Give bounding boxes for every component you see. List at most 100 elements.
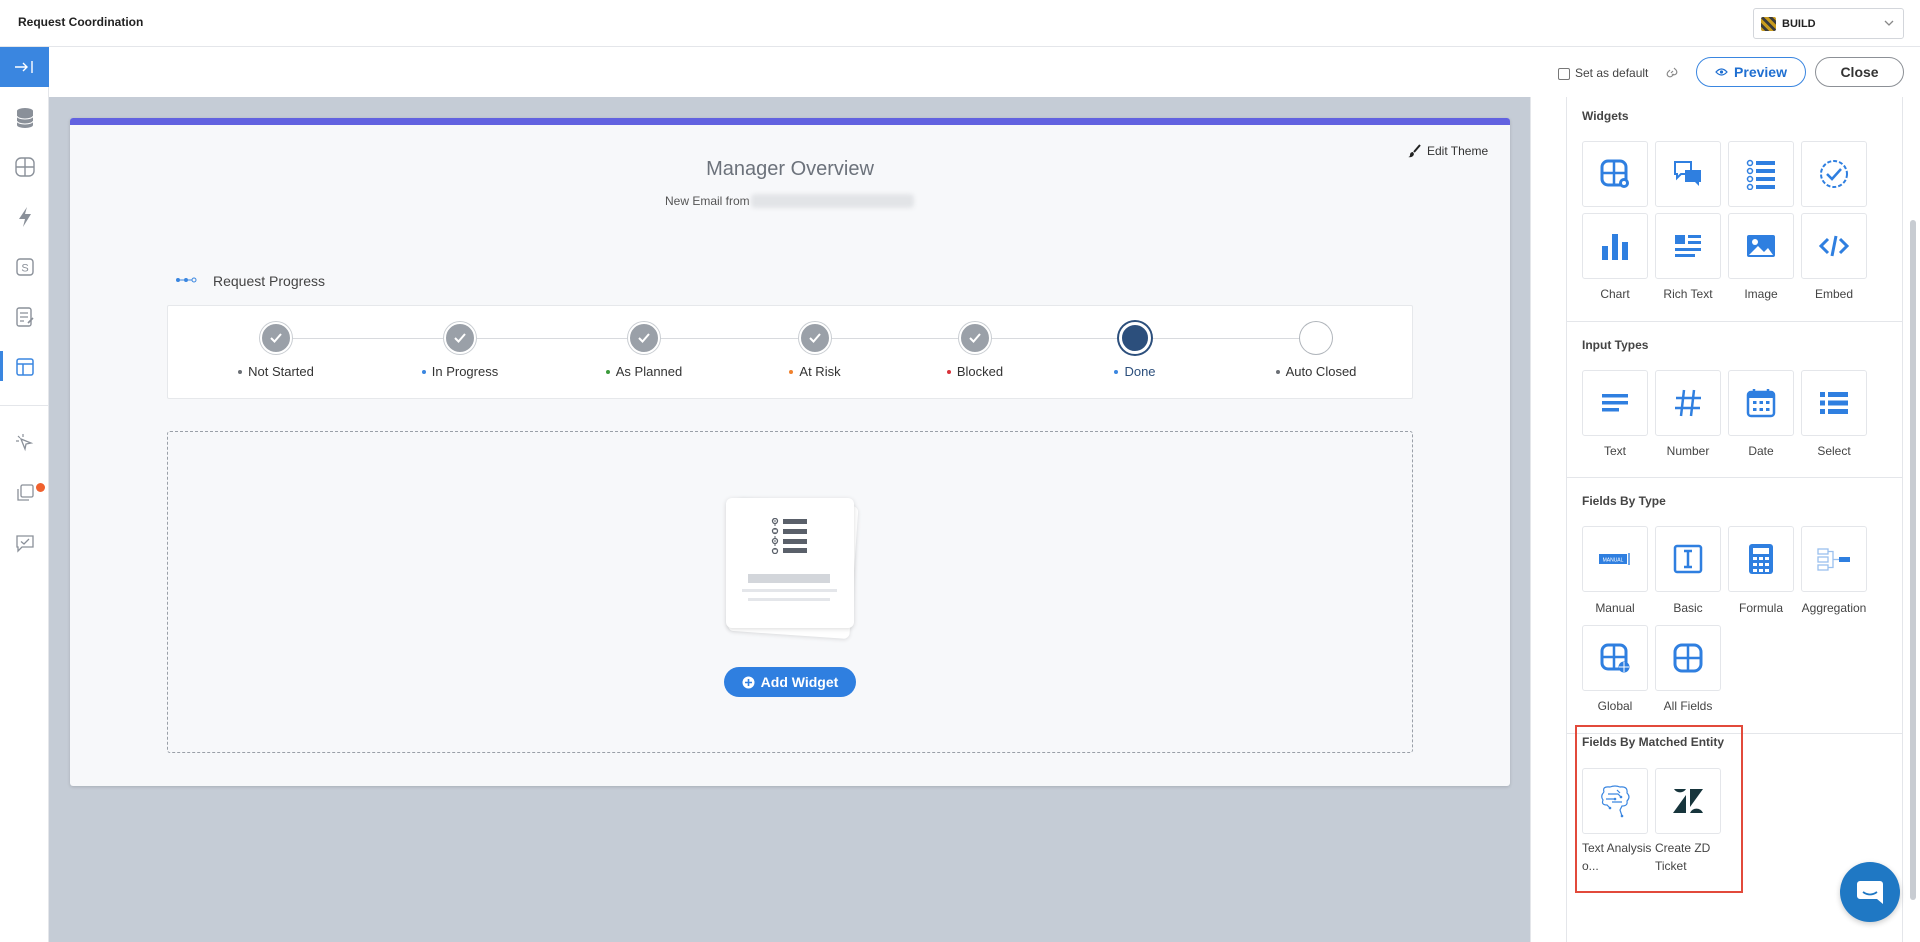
tile-input-select[interactable] xyxy=(1801,370,1867,436)
rail-copies-item[interactable] xyxy=(12,480,37,505)
tile-activity-list[interactable] xyxy=(1728,141,1794,207)
add-widget-button[interactable]: Add Widget xyxy=(724,667,856,697)
tile-field-manual[interactable]: MANUAL xyxy=(1582,526,1648,592)
tile-label-select: Select xyxy=(1817,444,1851,458)
tile-embedded-form[interactable] xyxy=(1582,141,1648,207)
illustration-bar xyxy=(748,574,830,583)
chat-bubbles-icon xyxy=(1674,161,1701,186)
step-in-progress[interactable]: In Progress xyxy=(380,322,540,386)
expand-icon xyxy=(14,61,33,73)
set-default-checkbox[interactable] xyxy=(1558,68,1570,80)
bar-chart-icon xyxy=(1602,234,1628,260)
status-dot xyxy=(238,369,243,374)
tile-label-embed: Embed xyxy=(1814,287,1854,301)
rail-layout-item[interactable] xyxy=(12,154,37,179)
panel-scrollbar[interactable] xyxy=(1910,220,1916,900)
step-label: In Progress xyxy=(380,364,540,379)
bullet-list-icon xyxy=(1820,392,1848,414)
step-auto-closed[interactable]: Auto Closed xyxy=(1236,322,1396,386)
rail-tasks-item[interactable] xyxy=(12,530,37,555)
tile-label-aggregation: Aggregation xyxy=(1801,601,1867,615)
panel-gutter xyxy=(1530,97,1546,942)
section-title-input-types: Input Types xyxy=(1582,338,1649,352)
tile-field-global[interactable] xyxy=(1582,625,1648,691)
step-label: At Risk xyxy=(735,364,895,379)
text-lines-icon xyxy=(1602,394,1628,412)
tile-input-date[interactable] xyxy=(1728,370,1794,436)
chat-check-icon xyxy=(15,534,34,553)
status-progress-bar: Not Started In Progress As Planned At Ri… xyxy=(167,305,1413,399)
edit-theme-label: Edit Theme xyxy=(1427,144,1489,158)
tile-label-number: Number xyxy=(1666,444,1710,458)
tile-field-all-fields[interactable] xyxy=(1655,625,1721,691)
step-label: Blocked xyxy=(895,364,1055,379)
rail-pointer-item[interactable] xyxy=(12,430,37,455)
calculator-icon xyxy=(1749,544,1773,574)
expand-rail-button[interactable] xyxy=(0,47,49,87)
section-title-fields-by-type: Fields By Type xyxy=(1582,494,1666,508)
status-dot xyxy=(1275,369,1280,374)
stacked-pages-icon xyxy=(16,483,34,501)
step-done[interactable]: Done xyxy=(1055,322,1215,386)
tile-comments[interactable] xyxy=(1655,141,1721,207)
step-label: As Planned xyxy=(564,364,724,379)
rail-pages-item[interactable] xyxy=(12,354,37,379)
manual-field-icon: MANUAL xyxy=(1599,553,1630,565)
step-check-icon xyxy=(444,322,476,354)
tile-field-basic[interactable] xyxy=(1655,526,1721,592)
step-not-started[interactable]: Not Started xyxy=(196,322,356,386)
mode-select[interactable]: BUILD xyxy=(1753,8,1904,39)
rail-forms-item[interactable] xyxy=(12,304,37,329)
grid-circle-icon xyxy=(1673,643,1703,673)
eye-icon xyxy=(1715,68,1728,76)
step-at-risk[interactable]: At Risk xyxy=(735,322,895,386)
tile-label-text: Text xyxy=(1603,444,1626,458)
chat-launcher-button[interactable] xyxy=(1840,862,1900,922)
link-icon[interactable] xyxy=(1665,65,1679,79)
close-button[interactable]: Close xyxy=(1815,57,1904,87)
tile-rich-text[interactable] xyxy=(1655,213,1721,279)
tile-embed[interactable] xyxy=(1801,213,1867,279)
tile-field-formula[interactable] xyxy=(1728,526,1794,592)
tile-label-rich-text: Rich Text xyxy=(1663,287,1713,301)
add-widget-label: Add Widget xyxy=(760,674,839,690)
rich-text-icon xyxy=(1675,235,1701,257)
step-label: Not Started xyxy=(196,364,356,379)
tile-field-aggregation[interactable] xyxy=(1801,526,1867,592)
tile-approval[interactable] xyxy=(1801,141,1867,207)
edit-theme-button[interactable]: Edit Theme xyxy=(1408,144,1488,158)
section-title-widgets: Widgets xyxy=(1582,109,1629,123)
rail-script-item[interactable]: S xyxy=(12,254,37,279)
notification-dot xyxy=(36,483,45,492)
step-blocked[interactable]: Blocked xyxy=(895,322,1055,386)
widget-dropzone[interactable]: Add Widget xyxy=(167,431,1413,753)
step-as-planned[interactable]: As Planned xyxy=(564,322,724,386)
section-separator xyxy=(1566,321,1903,322)
tile-input-text[interactable] xyxy=(1582,370,1648,436)
status-dot xyxy=(789,369,794,374)
step-empty-icon xyxy=(1300,322,1332,354)
step-label: Auto Closed xyxy=(1236,364,1396,379)
top-bar: Request Coordination BUILD xyxy=(0,0,1920,47)
empty-widget-illustration xyxy=(726,498,854,628)
rail-database-item[interactable] xyxy=(12,105,37,130)
step-check-icon xyxy=(260,322,292,354)
s-box-icon: S xyxy=(15,257,34,276)
tile-image[interactable] xyxy=(1728,213,1794,279)
hash-icon xyxy=(1675,389,1701,417)
status-dot xyxy=(946,369,951,374)
tile-chart[interactable] xyxy=(1582,213,1648,279)
tile-input-number[interactable] xyxy=(1655,370,1721,436)
code-icon xyxy=(1818,235,1850,257)
cursor-click-icon xyxy=(15,433,33,451)
mode-label: BUILD xyxy=(1782,18,1816,30)
app-title: Request Coordination xyxy=(18,15,144,29)
section-separator xyxy=(1566,477,1903,478)
rail-automation-item[interactable] xyxy=(12,204,37,229)
illustration-line xyxy=(748,598,830,601)
rail-separator xyxy=(0,405,49,406)
chat-icon xyxy=(1857,881,1883,904)
preview-button[interactable]: Preview xyxy=(1696,57,1806,87)
status-dot xyxy=(421,369,426,374)
highlight-box xyxy=(1575,725,1743,893)
